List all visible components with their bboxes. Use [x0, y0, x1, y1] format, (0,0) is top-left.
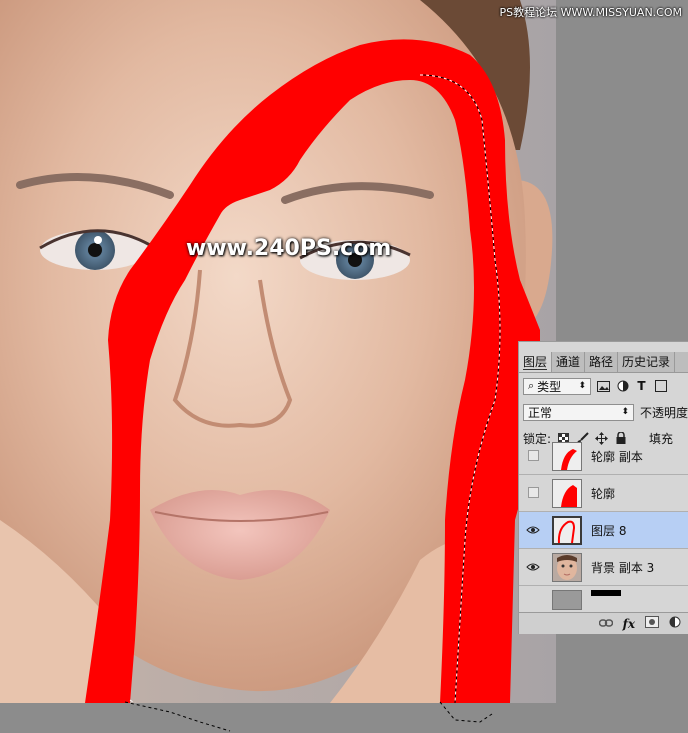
visibility-toggle-off[interactable] [528, 487, 539, 498]
selection-outline-bottom [124, 701, 493, 732]
eye-icon[interactable] [526, 560, 540, 574]
layer-thumbnail [552, 442, 582, 471]
layer-name: 背景 副本 3 [591, 561, 655, 575]
layer-row-background-copy-3[interactable]: 背景 副本 3 [519, 549, 688, 586]
layer-row-outline[interactable]: 轮廓 [519, 475, 688, 512]
layer-row-outline-copy[interactable]: 轮廓 副本 [519, 438, 688, 475]
updown-icon: ⬍ [621, 407, 629, 417]
left-eye-highlight [94, 236, 102, 244]
photo-canvas[interactable] [0, 0, 556, 703]
type-filter-icon[interactable]: T [635, 379, 648, 393]
visibility-toggle-off[interactable] [528, 450, 539, 461]
shape-filter-icon[interactable] [654, 380, 667, 393]
tab-channels[interactable]: 通道 [552, 352, 586, 372]
tab-paths[interactable]: 路径 [585, 352, 619, 372]
layers-bottom-bar: fx [519, 612, 688, 634]
layer-name: 轮廓 副本 [591, 450, 643, 464]
tab-history[interactable]: 历史记录 [618, 352, 676, 372]
left-pupil [88, 243, 102, 257]
filter-kind-select[interactable]: ⌕ 类型 ⬍ [523, 377, 591, 395]
image-filter-icon[interactable] [597, 380, 610, 393]
layers-panel[interactable]: 图层 通道 路径 历史记录 ⌕ 类型 ⬍ T 正常 ⬍ 不透明度 锁定: 填充 … [518, 341, 688, 634]
layer-name: 图层 8 [591, 524, 627, 538]
blend-mode-select[interactable]: 正常 ⬍ [523, 403, 634, 421]
blend-mode-value: 正常 [528, 405, 553, 420]
adjustment-filter-icon[interactable] [616, 380, 629, 393]
tab-layers[interactable]: 图层 [519, 352, 553, 372]
tab-layers-label: 图层 [523, 355, 548, 370]
filter-kind-label: 类型 [537, 379, 562, 394]
eye-icon[interactable] [526, 523, 540, 537]
watermark-center: www.240PS.com [186, 236, 392, 261]
watermark-top: PS教程论坛 WWW.MISSYUAN.COM [499, 6, 682, 19]
layer-name: 轮廓 [591, 487, 616, 501]
search-icon: ⌕ [528, 379, 535, 392]
opacity-label: 不透明度 [640, 405, 688, 420]
updown-icon: ⬍ [578, 381, 586, 391]
layer-row-layer-8[interactable]: 图层 8 [519, 512, 688, 549]
panel-tabs: 图层 通道 路径 历史记录 [519, 352, 688, 373]
adjustment-icon[interactable] [669, 616, 681, 631]
layer-thumbnail [552, 516, 582, 545]
mask-icon[interactable] [645, 616, 659, 631]
link-icon[interactable] [598, 617, 613, 631]
layer-thumbnail [552, 553, 582, 582]
layer-mask-thumbnail [591, 590, 621, 596]
fx-icon[interactable]: fx [623, 617, 635, 631]
blend-row: 正常 ⬍ 不透明度 [523, 402, 688, 422]
layer-thumbnail [552, 590, 582, 610]
layer-thumbnail [552, 479, 582, 508]
filter-row: ⌕ 类型 ⬍ T [523, 376, 667, 396]
layer-list[interactable]: 轮廓 副本 轮廓 图层 8 背景 副本 3 [519, 442, 688, 616]
